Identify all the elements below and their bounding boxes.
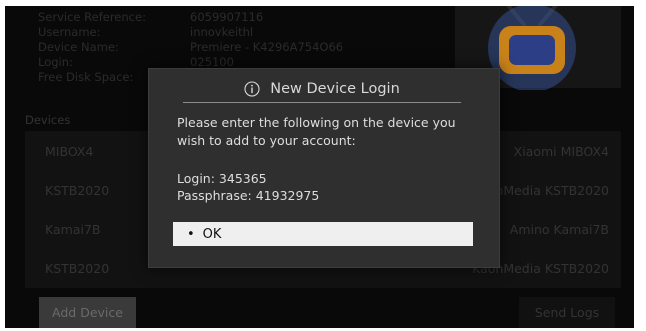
ok-button[interactable]: • OK [173, 222, 473, 246]
send-logs-button[interactable]: Send Logs [519, 297, 615, 328]
new-device-login-dialog: New Device Login Please enter the follow… [148, 68, 500, 268]
info-value: Premiere - K4296A754O66 [190, 40, 344, 54]
info-value: 6059907116 [190, 10, 264, 24]
info-value: innovkeithl [190, 25, 254, 39]
device-model: Amino Kamai7B [509, 222, 609, 237]
login-code: Login: 345365 [177, 171, 267, 186]
device-name: KSTB2020 [45, 261, 110, 276]
device-name: KSTB2020 [45, 183, 110, 198]
device-model: Xiaomi MIBOX4 [513, 144, 609, 159]
tv-screen: Service Reference: 6059907116 Username: … [5, 6, 634, 328]
dialog-title: New Device Login [270, 81, 400, 97]
passphrase-code: Passphrase: 41932975 [177, 188, 320, 203]
info-row-service: Service Reference: 6059907116 [38, 10, 343, 25]
info-row-device-name: Device Name: Premiere - K4296A754O66 [38, 40, 343, 55]
dialog-header: New Device Login [183, 76, 461, 103]
device-name: MIBOX4 [45, 144, 94, 159]
info-label: Service Reference: [38, 10, 146, 24]
ok-label: OK [202, 226, 222, 242]
info-label: Username: [38, 25, 101, 39]
focus-bullet: • [187, 226, 195, 242]
dialog-message: Please enter the following on the device… [177, 115, 456, 148]
add-device-button[interactable]: Add Device [39, 297, 136, 328]
info-icon [244, 81, 260, 97]
devices-section-label: Devices [25, 113, 71, 127]
device-name: Kamai7B [45, 222, 101, 237]
info-label: Device Name: [38, 40, 119, 54]
info-row-username: Username: innovkeithl [38, 25, 343, 40]
